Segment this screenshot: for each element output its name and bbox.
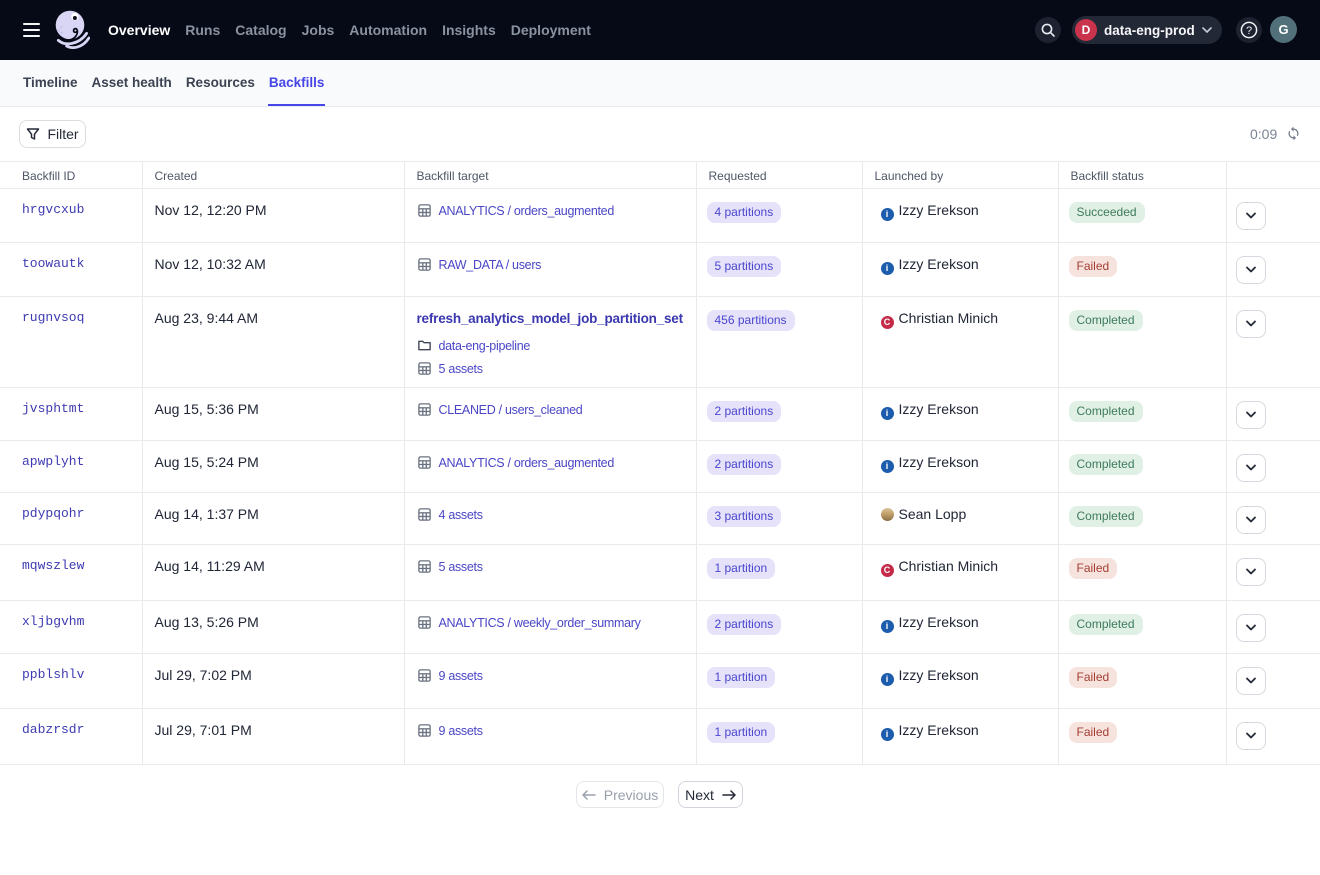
svg-text:?: ? — [1246, 25, 1252, 37]
